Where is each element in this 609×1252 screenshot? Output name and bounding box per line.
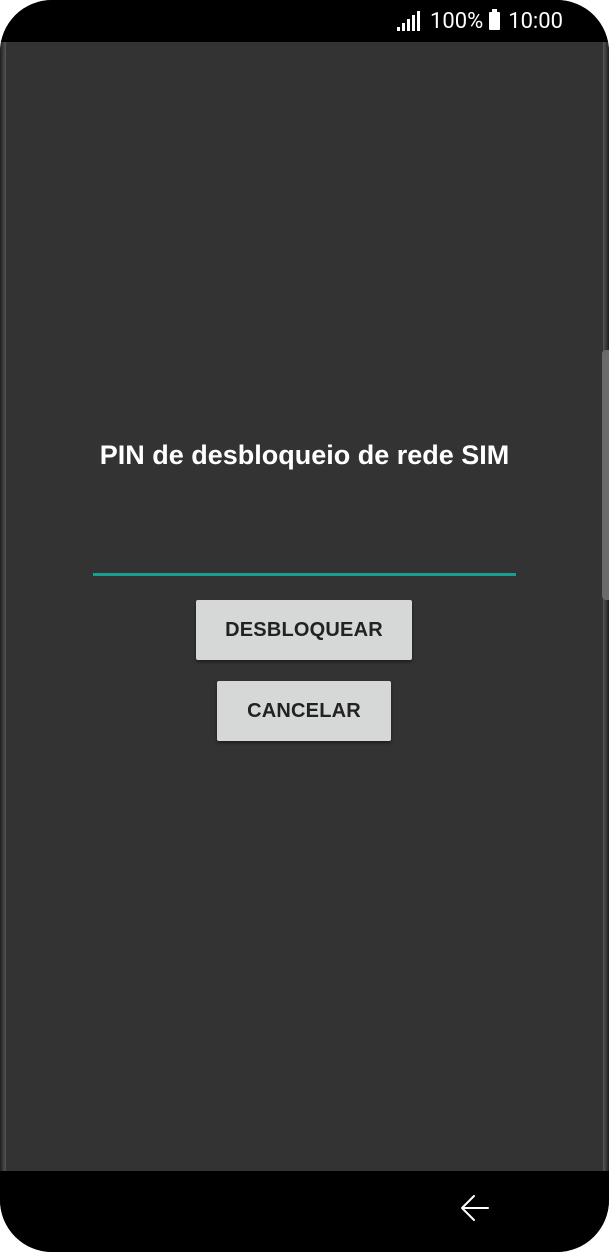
page-title: PIN de desbloqueio de rede SIM [99, 440, 510, 470]
status-time: 10:00 [508, 8, 563, 34]
signal-icon [396, 11, 422, 31]
pin-input[interactable] [93, 540, 516, 576]
battery-icon [489, 9, 501, 30]
screen-edge-right [603, 42, 609, 1171]
status-icons: 100% 10:00 [396, 8, 563, 34]
back-icon[interactable] [458, 1191, 492, 1225]
device-frame: 100% 10:00 PIN de desbloqueio de rede SI… [0, 0, 609, 1252]
navigation-bar [0, 1171, 609, 1252]
cancel-button[interactable]: CANCELAR [217, 681, 391, 741]
unlock-button[interactable]: DESBLOQUEAR [196, 600, 412, 660]
battery-percent: 100% [429, 8, 484, 34]
edge-panel-handle[interactable] [602, 350, 609, 600]
status-bar: 100% 10:00 [0, 0, 609, 42]
